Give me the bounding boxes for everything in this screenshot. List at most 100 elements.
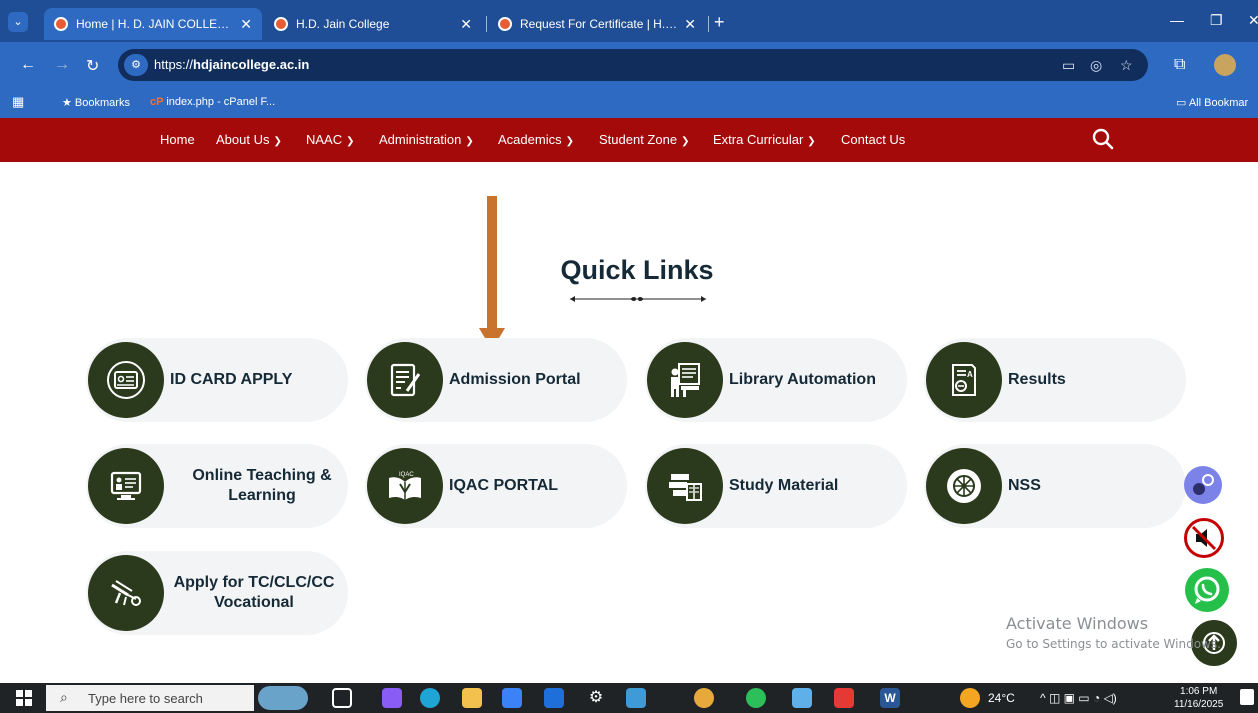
college-favicon-icon xyxy=(274,17,288,31)
chevron-down-icon: ❯ xyxy=(273,136,282,147)
whatsapp-app-icon[interactable] xyxy=(746,688,766,708)
quick-link-label: Study Material xyxy=(729,477,839,494)
nav-label: About Us xyxy=(216,132,270,147)
browser-tab-home[interactable]: Home | H. D. JAIN COLLEGE, AR ✕ xyxy=(44,8,262,40)
app-icon[interactable] xyxy=(626,688,646,708)
quick-link-online-teaching[interactable]: Online Teaching & Learning xyxy=(86,444,348,528)
certificate-apply-icon xyxy=(88,555,164,631)
mute-sound-button[interactable] xyxy=(1184,518,1224,558)
star-icon: ★ xyxy=(62,97,75,109)
close-window-icon[interactable]: ✕ xyxy=(1248,12,1258,29)
back-icon[interactable]: ← xyxy=(20,56,36,74)
anydesk-icon[interactable] xyxy=(834,688,854,708)
quick-link-iqac-portal[interactable]: IQAC IQAC PORTAL xyxy=(365,444,627,528)
all-bookmarks-folder[interactable]: ▭ All Bookmar xyxy=(1176,96,1248,109)
site-navigation: Home About Us ❯ NAAC ❯ Administration ❯ Aca… xyxy=(0,118,1258,162)
quick-link-label: Admission Portal xyxy=(449,371,581,388)
temperature[interactable]: 24°C xyxy=(988,691,1015,705)
apps-grid-icon[interactable]: ▦ xyxy=(12,94,24,110)
url-text: https://hdjaincollege.ac.in xyxy=(154,57,309,72)
settings-gear-icon[interactable]: ⚙ xyxy=(586,688,606,708)
browser-tab-hd-jain[interactable]: H.D. Jain College ✕ xyxy=(264,8,482,40)
app-icon[interactable] xyxy=(544,688,564,708)
quick-link-apply-tc-clc-cc[interactable]: Apply for TC/CLC/CC Vocational xyxy=(86,551,348,635)
quick-link-nss[interactable]: NSS xyxy=(924,444,1186,528)
windows-start-icon[interactable] xyxy=(16,690,32,706)
study-material-icon xyxy=(647,448,723,524)
nav-home[interactable]: Home xyxy=(160,132,195,147)
nav-academics[interactable]: Academics ❯ xyxy=(498,132,574,147)
tracking-protection-icon[interactable]: ◎ xyxy=(1090,57,1102,74)
copilot-icon[interactable] xyxy=(382,688,402,708)
quick-link-library-automation[interactable]: Library Automation xyxy=(645,338,907,422)
quick-link-admission-portal[interactable]: Admission Portal xyxy=(365,338,627,422)
bookmarks-label: Bookmarks xyxy=(74,97,130,109)
nav-extra-curricular[interactable]: Extra Curricular ❯ xyxy=(713,132,816,147)
site-info-icon[interactable]: ⚙ xyxy=(124,54,148,76)
nav-administration[interactable]: Administration ❯ xyxy=(379,132,474,147)
chrome-browser-icon[interactable] xyxy=(694,688,714,708)
notifications-icon[interactable] xyxy=(1240,689,1254,705)
close-tab-icon[interactable]: ✕ xyxy=(240,16,252,33)
edge-browser-icon[interactable] xyxy=(420,688,440,708)
restore-icon[interactable]: ❐ xyxy=(1210,12,1223,29)
watermark-line-1: Activate Windows xyxy=(1006,614,1149,633)
svg-text:IQAC: IQAC xyxy=(399,472,414,478)
microsoft-store-icon[interactable] xyxy=(502,688,522,708)
quick-link-label: NSS xyxy=(1008,477,1041,494)
quick-link-label: ID CARD APPLY xyxy=(170,371,293,388)
speaker-mute-icon xyxy=(1191,525,1217,551)
nav-label: NAAC xyxy=(306,132,343,147)
chevron-down-icon: ❯ xyxy=(465,136,474,147)
tab-title: Request For Certificate | H.D. Ja xyxy=(520,17,680,31)
quick-link-study-material[interactable]: Study Material xyxy=(645,444,907,528)
search-icon[interactable] xyxy=(1090,126,1116,152)
taskbar-clock[interactable]: 1:06 PM 11/16/2025 xyxy=(1174,685,1223,711)
date: 11/16/2025 xyxy=(1174,699,1224,710)
accessibility-widget-button[interactable] xyxy=(1184,466,1222,504)
system-tray-icons[interactable]: ^ ◫ ▣ ▭ ◔ ◁) xyxy=(1040,691,1117,705)
chevron-down-icon: ❯ xyxy=(807,136,816,147)
taskbar-search-placeholder: Type here to search xyxy=(88,691,203,706)
extensions-icon[interactable]: ⧉ xyxy=(1174,56,1185,74)
profile-avatar[interactable] xyxy=(1214,54,1236,76)
bookmark-star-icon[interactable]: ☆ xyxy=(1120,57,1133,74)
browser-tab-certificate[interactable]: Request For Certificate | H.D. Ja ✕ xyxy=(488,8,706,40)
quick-link-label: Library Automation xyxy=(729,371,876,388)
close-tab-icon[interactable]: ✕ xyxy=(460,16,472,33)
file-explorer-icon[interactable] xyxy=(462,688,482,708)
whatsapp-button[interactable] xyxy=(1185,568,1229,612)
taskbar-search-box[interactable]: ⌕ Type here to search xyxy=(46,685,254,711)
reload-icon[interactable]: ↻ xyxy=(86,56,99,76)
online-teaching-icon xyxy=(88,448,164,524)
quick-link-results[interactable]: A Results xyxy=(924,338,1186,422)
cast-off-icon[interactable]: ▭ xyxy=(1062,57,1075,74)
nav-about-us[interactable]: About Us ❯ xyxy=(216,132,282,147)
search-highlight-icon[interactable] xyxy=(258,686,308,710)
task-view-icon[interactable] xyxy=(332,688,352,708)
all-bookmarks-label: All Bookmar xyxy=(1188,97,1249,109)
quick-link-id-card-apply[interactable]: ID CARD APPLY xyxy=(86,338,348,422)
forward-icon[interactable]: → xyxy=(54,56,70,74)
new-tab-button[interactable]: + xyxy=(714,12,725,33)
nav-student-zone[interactable]: Student Zone ❯ xyxy=(599,132,689,147)
word-icon[interactable]: W xyxy=(880,688,900,708)
minimize-icon[interactable]: — xyxy=(1170,12,1184,28)
tab-divider xyxy=(708,16,709,32)
college-favicon-icon xyxy=(498,17,512,31)
library-icon xyxy=(647,342,723,418)
quick-link-label: Online Teaching & Learning xyxy=(192,467,332,504)
nav-label: Home xyxy=(160,132,195,147)
nav-label: Extra Curricular xyxy=(713,132,804,147)
url-bar[interactable]: ⚙ https://hdjaincollege.ac.in ▭ ◎ ☆ xyxy=(118,49,1148,81)
address-bar-row: ← → ↻ ⚙ https://hdjaincollege.ac.in ▭ ◎ … xyxy=(0,42,1258,88)
close-tab-icon[interactable]: ✕ xyxy=(684,16,696,33)
weather-sun-icon[interactable] xyxy=(960,688,980,708)
search-icon: ⌕ xyxy=(60,689,68,705)
tab-search-button[interactable]: ⌄ xyxy=(8,12,28,32)
nav-contact-us[interactable]: Contact Us xyxy=(841,132,905,147)
nav-naac[interactable]: NAAC ❯ xyxy=(306,132,355,147)
bookmarks-folder[interactable]: ★ Bookmarks xyxy=(62,96,130,109)
paint-icon[interactable] xyxy=(792,688,812,708)
bookmark-cpanel[interactable]: cP index.php - cPanel F... xyxy=(150,96,275,108)
